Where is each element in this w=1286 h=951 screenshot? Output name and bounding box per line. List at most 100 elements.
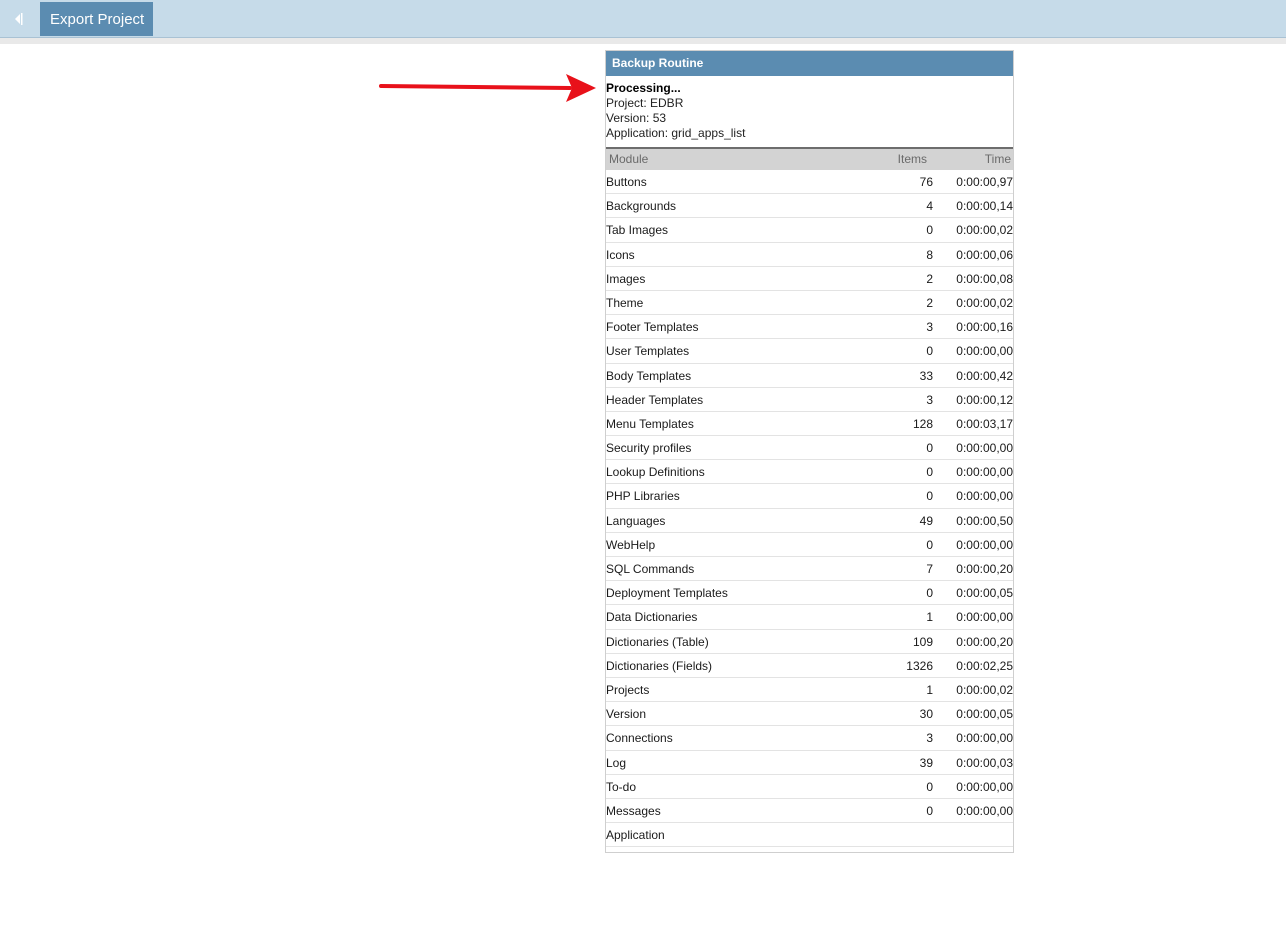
panel-title: Backup Routine [606,51,1013,76]
cell-time: 0:00:00,06 [956,247,1013,262]
table-row: Tab Images 0 0:00:00,02 [606,218,1013,243]
cell-time: 0:00:00,00 [956,465,1013,480]
column-header-time: Time [984,152,1011,166]
column-header-module: Module [609,152,649,166]
cell-items: 76 [919,175,933,189]
backup-info: Processing... Project: EDBR Version: 53 … [606,76,1013,147]
cell-items: 2 [926,295,933,310]
cell-time: 0:00:00,00 [956,344,1013,359]
cell-module: WebHelp [606,537,656,552]
cell-module: Theme [606,295,644,310]
table-row: Images 2 0:00:00,08 [606,267,1013,291]
cell-items: 0 [926,779,933,794]
cell-time: 0:00:00,00 [956,489,1013,504]
cell-items: 0 [926,489,933,504]
cell-module: Security profiles [606,441,692,456]
cell-module: To-do [606,779,637,794]
cell-items [876,823,933,846]
cell-time: 0:00:03,17 [956,416,1013,431]
cell-module: SQL Commands [606,562,695,576]
cell-module: Backgrounds [606,199,677,214]
table-row: Dictionaries (Table) 109 0:00:00,20 [606,630,1013,654]
cell-module: Icons [606,247,635,262]
table-row: Header Templates 3 0:00:00,12 [606,388,1013,412]
back-button[interactable] [0,0,38,37]
cell-module: Menu Templates [606,416,694,431]
table-row: Lookup Definitions 0 0:00:00,00 [606,460,1013,485]
cell-items: 3 [926,392,933,407]
cell-items: 0 [926,586,933,601]
tab-export-project[interactable]: Export Project [40,2,153,36]
cell-module: Data Dictionaries [606,610,698,625]
table-row: Menu Templates 128 0:00:03,17 [606,412,1013,437]
project-text: Project: EDBR [606,96,684,110]
cell-module: Dictionaries (Fields) [606,658,713,673]
table-row: Version 30 0:00:00,05 [606,702,1013,727]
table-row: Data Dictionaries 1 0:00:00,00 [606,605,1013,630]
table-row: PHP Libraries 0 0:00:00,00 [606,484,1013,509]
cell-module: Images [606,271,646,286]
cell-items: 1 [926,610,933,625]
table-row: WebHelp 0 0:00:00,00 [606,533,1013,557]
cell-time [933,823,1013,846]
red-arrow-annotation [379,74,596,102]
cell-module: Header Templates [606,392,704,407]
cell-items: 1 [926,682,933,697]
cell-time: 0:00:00,03 [956,755,1013,770]
cell-time: 0:00:00,02 [956,682,1013,697]
cell-time: 0:00:00,20 [956,634,1013,649]
cell-module: Projects [606,682,650,697]
cell-module: Messages [606,803,661,818]
cell-items: 0 [926,441,933,456]
cell-time: 0:00:00,12 [956,392,1013,407]
cell-module: Log [606,755,627,770]
table-header: Module Items Time [606,149,1013,170]
cell-time: 0:00:00,00 [956,731,1013,746]
cell-time: 0:00:00,50 [956,513,1013,528]
table-row: Footer Templates 3 0:00:00,16 [606,315,1013,340]
cell-items: 128 [912,416,933,431]
cell-module: Languages [606,513,666,528]
cell-time: 0:00:00,02 [956,295,1013,310]
table-row: User Templates 0 0:00:00,00 [606,339,1013,364]
backup-routine-panel: Backup Routine Processing... Project: ED… [605,50,1014,853]
cell-module: Application [606,828,665,843]
table-row: Backgrounds 4 0:00:00,14 [606,194,1013,219]
cell-time: 0:00:00,00 [956,537,1013,552]
cell-items: 0 [926,537,933,552]
cell-module: Buttons [606,175,647,189]
table-row: Connections 3 0:00:00,00 [606,726,1013,751]
module-table: Module Items Time Buttons 76 0:00:00,97 Bac… [606,147,1013,848]
cell-time: 0:00:00,97 [956,175,1013,189]
table-row: Application [606,823,1013,848]
cell-module: Dictionaries (Table) [606,634,709,649]
cell-module: Version [606,707,647,722]
table-row: To-do 0 0:00:00,00 [606,775,1013,799]
table-row: SQL Commands 7 0:00:00,20 [606,557,1013,582]
table-row: Theme 2 0:00:00,02 [606,291,1013,316]
cell-items: 3 [926,731,933,746]
cell-module: Connections [606,731,673,746]
cell-module: Footer Templates [606,320,699,335]
cell-items: 1326 [906,658,933,673]
cell-time: 0:00:00,02 [956,223,1013,238]
cell-module: Lookup Definitions [606,465,705,480]
cell-items: 0 [926,465,933,480]
table-row: Deployment Templates 0 0:00:00,05 [606,581,1013,606]
table-row: Log 39 0:00:00,03 [606,751,1013,775]
cell-time: 0:00:00,00 [956,610,1013,625]
cell-items: 109 [912,634,933,649]
cell-time: 0:00:00,05 [956,586,1013,601]
cell-items: 0 [926,344,933,359]
triangle-left-icon [15,12,23,25]
cell-items: 2 [926,271,933,286]
table-row: Buttons 76 0:00:00,97 [606,170,1013,195]
table-row: Languages 49 0:00:00,50 [606,509,1013,533]
cell-time: 0:00:00,00 [956,441,1013,456]
table-body: Buttons 76 0:00:00,97 Backgrounds 4 0:00:00,1… [606,170,1013,848]
cell-items: 7 [926,562,933,576]
cell-items: 4 [926,199,933,214]
cell-module: Tab Images [606,223,669,238]
table-row: Icons 8 0:00:00,06 [606,243,1013,267]
table-row: Body Templates 33 0:00:00,42 [606,364,1013,388]
